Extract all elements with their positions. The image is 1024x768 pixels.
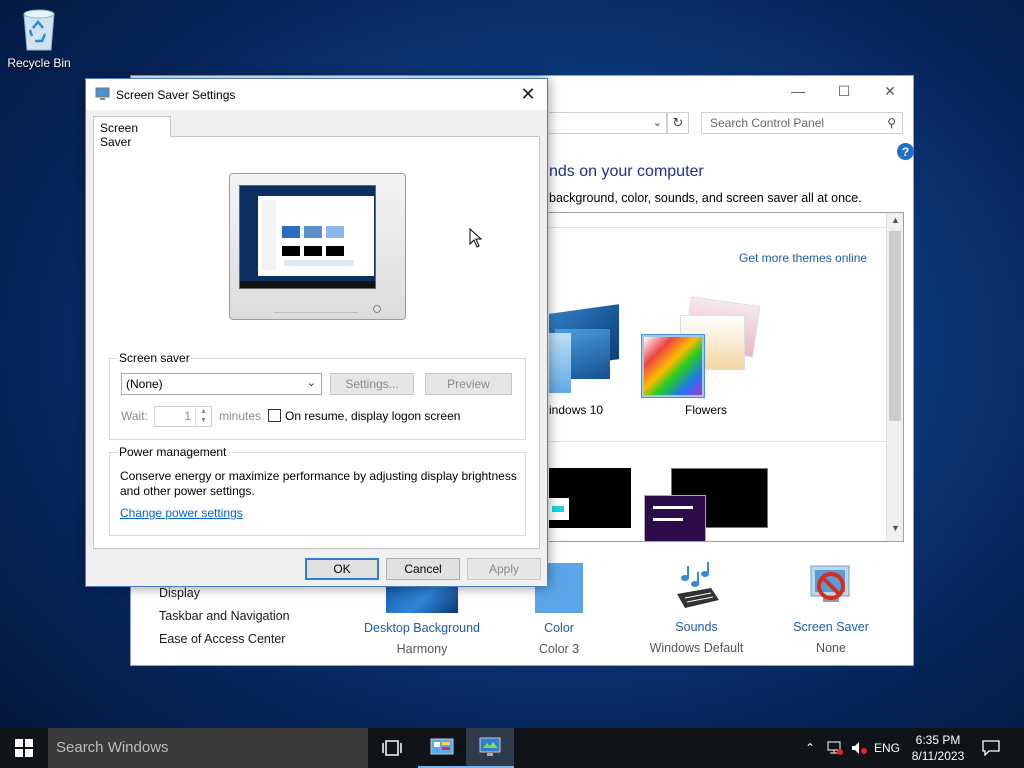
start-button[interactable]	[0, 728, 48, 768]
task-view-icon	[382, 740, 402, 756]
stepper-arrows-icon[interactable]: ▲ ▼	[195, 407, 211, 426]
theme-windows-10-label: indows 10	[549, 403, 604, 417]
close-button[interactable]: ✕	[867, 76, 913, 106]
volume-muted-icon[interactable]	[848, 728, 870, 768]
control-panel-icon	[430, 738, 454, 755]
see-also-display-link[interactable]: Display	[159, 586, 290, 600]
dialog-title-bar[interactable]: Screen Saver Settings ✕	[86, 79, 547, 110]
chevron-down-icon[interactable]: ⌄	[653, 116, 662, 129]
ok-button[interactable]: OK	[305, 558, 379, 580]
screen-saver-title-icon	[95, 87, 110, 101]
taskbar-search-input[interactable]: Search Windows	[48, 728, 368, 768]
windows-logo-icon	[15, 739, 33, 757]
page-heading: nds on your computer	[549, 163, 704, 180]
wait-label: Wait:	[121, 409, 148, 423]
system-clock[interactable]: 6:35 PM 8/11/2023	[902, 732, 974, 764]
wait-minutes-stepper[interactable]: 1 ▲ ▼	[154, 406, 212, 427]
dialog-title: Screen Saver Settings	[116, 88, 236, 102]
see-also-taskbar-link[interactable]: Taskbar and Navigation	[159, 609, 290, 623]
recycle-bin-label: Recycle Bin	[7, 56, 71, 70]
high-contrast-theme-2[interactable]	[644, 468, 768, 541]
taskbar: Search Windows ⌃ ENG 6:35 PM 8/11/2023	[0, 728, 1024, 768]
resume-logon-label[interactable]: On resume, display logon screen	[285, 409, 460, 423]
network-icon[interactable]	[824, 728, 846, 768]
maximize-button[interactable]: ☐	[821, 76, 867, 106]
recycle-bin-icon	[18, 6, 60, 52]
screen-saver-settings-dialog[interactable]: Screen Saver Settings ✕ Screen Saver Scr…	[85, 78, 548, 587]
taskbar-screen-saver-settings[interactable]	[466, 728, 514, 768]
search-icon[interactable]: ⚲	[887, 116, 896, 130]
show-hidden-icons-icon[interactable]: ⌃	[800, 728, 820, 768]
refresh-button[interactable]: ↻	[667, 112, 689, 134]
screen-saver-group-label: Screen saver	[118, 351, 191, 365]
power-management-group: Power management Conserve energy or maxi…	[109, 445, 526, 536]
tab-screen-saver[interactable]: Screen Saver	[93, 116, 171, 149]
close-icon[interactable]: ✕	[517, 83, 539, 105]
preview-screen	[239, 185, 376, 289]
apply-button[interactable]: Apply	[467, 558, 541, 580]
action-center-icon[interactable]	[980, 728, 1002, 768]
theme-gallery[interactable]: Get more themes online indows 10 Flowers…	[549, 212, 904, 542]
settings-button[interactable]: Settings...	[330, 373, 414, 395]
minutes-label: minutes	[219, 409, 262, 423]
address-bar[interactable]: ⌄	[549, 112, 667, 134]
page-subheading: background, color, sounds, and screen sa…	[549, 191, 862, 205]
theme-flowers-thumbnail[interactable]	[641, 296, 772, 401]
theme-windows-10-thumbnail[interactable]	[549, 303, 634, 393]
screen-saver-select[interactable]: (None) ⌄	[121, 373, 322, 395]
task-view-button[interactable]	[368, 728, 416, 768]
power-management-label: Power management	[118, 445, 228, 459]
screen-saver-icon	[805, 560, 857, 612]
mouse-cursor-icon	[469, 227, 483, 248]
sounds-option[interactable]: Sounds Windows Default	[639, 560, 754, 655]
scrollbar-thumb[interactable]	[889, 231, 901, 421]
chevron-down-icon[interactable]: ⌄	[307, 376, 316, 389]
high-contrast-theme-1[interactable]	[549, 468, 631, 528]
gallery-scrollbar[interactable]: ▲ ▼	[886, 213, 903, 541]
preview-monitor	[229, 173, 406, 320]
preview-button[interactable]: Preview	[425, 373, 512, 395]
see-also-ease-of-access-link[interactable]: Ease of Access Center	[159, 632, 290, 646]
scroll-down-icon[interactable]: ▼	[887, 523, 903, 539]
cancel-button[interactable]: Cancel	[386, 558, 460, 580]
language-indicator[interactable]: ENG	[872, 728, 902, 768]
change-power-settings-link[interactable]: Change power settings	[120, 506, 243, 520]
screen-saver-group: Screen saver (None) ⌄ Settings... Previe…	[109, 351, 526, 440]
screen-saver-settings-icon	[479, 737, 501, 756]
power-management-description: Conserve energy or maximize performance …	[120, 469, 517, 498]
clock-time: 6:35 PM	[915, 733, 961, 747]
scroll-up-icon[interactable]: ▲	[887, 215, 903, 231]
refresh-icon: ↻	[672, 115, 684, 130]
screen-saver-option[interactable]: Screen Saver None	[787, 560, 875, 655]
taskbar-control-panel[interactable]	[418, 728, 466, 768]
search-control-panel-input[interactable]: Search Control Panel ⚲	[701, 112, 903, 134]
recycle-bin-shortcut[interactable]: Recycle Bin	[4, 6, 74, 70]
help-icon[interactable]: ?	[897, 143, 914, 160]
get-more-themes-link[interactable]: Get more themes online	[739, 251, 867, 265]
sounds-icon	[671, 560, 723, 612]
minimize-button[interactable]: —	[775, 76, 821, 106]
clock-date: 8/11/2023	[911, 749, 965, 763]
theme-flowers-label: Flowers	[685, 403, 728, 417]
screen-saver-panel: Screen saver (None) ⌄ Settings... Previe…	[93, 136, 540, 549]
resume-logon-checkbox[interactable]	[268, 409, 281, 422]
